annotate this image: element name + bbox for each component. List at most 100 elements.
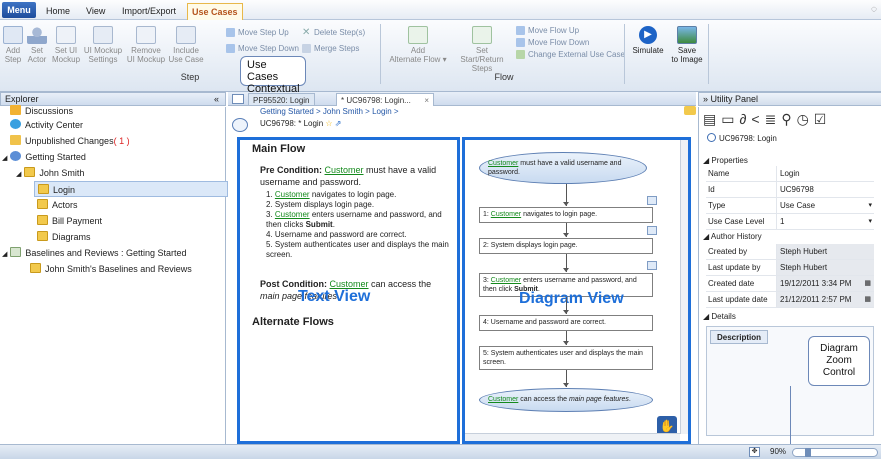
customer-link[interactable]: Customer <box>491 277 521 284</box>
tree-item-login[interactable]: Login <box>34 181 228 197</box>
simulate-button[interactable]: ▶ Simulate <box>628 26 668 55</box>
collapse-explorer-button[interactable]: « <box>214 93 219 106</box>
customer-link[interactable]: Customer <box>325 165 364 175</box>
diagram-step-2[interactable]: 2: System displays login page. <box>479 238 653 254</box>
author-history-section[interactable]: ◢ Author History <box>703 232 762 241</box>
utility-item: UC96798: Login <box>707 133 777 143</box>
diagram-start-node[interactable]: Customer must have a valid username and … <box>479 152 647 184</box>
comment-icon[interactable]: ▭ <box>721 111 739 127</box>
step-3[interactable]: 3. Customer enters username and password… <box>266 210 456 230</box>
label: Change External Use Case <box>528 50 625 59</box>
calendar-icon[interactable]: ▦ <box>864 276 871 292</box>
node-text: can access the <box>520 396 567 403</box>
expand-icon[interactable]: ◢ <box>2 155 7 162</box>
tree-item-unpublished-changes[interactable]: Unpublished Changes( 1 ) <box>10 133 130 149</box>
customer-link[interactable]: Customer <box>488 160 518 167</box>
ui-mockup-settings-button[interactable]: UI Mockup Settings <box>83 26 123 64</box>
tab-pf95520[interactable]: PF95520: Login <box>248 93 315 106</box>
type-select[interactable]: Use Case <box>776 198 874 213</box>
mockup-icon[interactable] <box>647 226 657 235</box>
flow-group-label: Flow <box>494 72 514 82</box>
tree-item-baselines-reviews[interactable]: John Smith's Baselines and Reviews <box>30 261 192 277</box>
customer-link[interactable]: Customer <box>275 210 310 219</box>
mockup-icon[interactable] <box>647 196 657 205</box>
diagram-step-1[interactable]: 1: Customer navigates to login page. <box>479 207 653 223</box>
tree-item-john-smith[interactable]: ◢ John Smith <box>16 165 84 181</box>
zoom-slider[interactable] <box>792 448 878 457</box>
customer-link[interactable]: Customer <box>491 211 521 218</box>
properties-section[interactable]: ◢ Properties <box>703 156 748 165</box>
share-icon[interactable]: < <box>751 111 764 127</box>
move-flow-up-button[interactable]: Move Flow Up <box>516 26 579 36</box>
set-ui-mockup-button[interactable]: Set UI Mockup <box>52 26 80 64</box>
attach-icon[interactable]: ∂ <box>739 111 751 127</box>
tab-import-export[interactable]: Import/Export <box>118 3 180 20</box>
set-start-return-steps-button[interactable]: Set Start/Return Steps <box>452 26 512 73</box>
tree-item-bill-payment[interactable]: Bill Payment <box>37 213 102 229</box>
history-icon[interactable]: ◷ <box>797 111 814 127</box>
expand-icon[interactable]: ◢ <box>2 251 7 258</box>
step-1[interactable]: 1. Customer navigates to login page. <box>266 190 456 200</box>
change-external-use-case-button[interactable]: Change External Use Case <box>516 50 625 60</box>
checklist-icon[interactable]: ☑ <box>814 111 832 127</box>
breadcrumb-path[interactable]: Getting Started > John Smith > Login > <box>260 107 399 116</box>
name-field[interactable]: Login <box>776 166 874 181</box>
step-5[interactable]: 5. System authenticates user and display… <box>266 240 456 260</box>
diagram-vscrollbar[interactable] <box>680 140 688 434</box>
tab-use-cases[interactable]: Use Cases <box>187 3 243 20</box>
utility-panel-header[interactable]: » Utility Panel <box>698 92 881 106</box>
remove-ui-mockup-button[interactable]: Remove UI Mockup <box>126 26 166 64</box>
tab-uc96798[interactable]: * UC96798: Login... × <box>336 93 434 106</box>
change-icon <box>516 50 525 60</box>
help-icon[interactable]: ◌ <box>871 4 877 15</box>
chevron-down-icon[interactable]: ▾ <box>868 214 872 230</box>
tab-home[interactable]: Home <box>42 3 74 20</box>
customer-link[interactable]: Customer <box>488 396 518 403</box>
diagram-step-4[interactable]: 4: Username and password are correct. <box>479 315 653 331</box>
id-field[interactable]: UC96798 <box>776 182 874 197</box>
property-key: Created date <box>708 279 755 288</box>
step-text: Username and password are correct. <box>490 319 606 326</box>
add-step-button[interactable]: Add Step <box>2 26 24 64</box>
grid-icon[interactable]: ▤ <box>703 111 721 127</box>
tree-item-getting-started[interactable]: ◢ Getting Started <box>2 149 86 165</box>
share-icon[interactable]: ⇗ <box>335 119 342 128</box>
tab-view[interactable]: View <box>82 3 109 20</box>
delete-steps-button[interactable]: ✕ Delete Step(s) <box>302 28 365 38</box>
merge-steps-button[interactable]: Merge Steps <box>302 44 359 54</box>
label: Remove <box>131 46 161 55</box>
search-icon[interactable]: ⚲ <box>781 111 796 127</box>
star-icon[interactable]: ☆ <box>325 119 332 128</box>
tab-list-icon[interactable] <box>232 94 244 104</box>
tree-item-baselines[interactable]: ◢ Baselines and Reviews : Getting Started <box>2 245 186 261</box>
tree-item-diagrams[interactable]: Diagrams <box>37 229 91 245</box>
customer-link[interactable]: Customer <box>275 190 310 199</box>
include-use-case-button[interactable]: Include Use Case <box>168 26 204 64</box>
zoom-slider-handle[interactable] <box>805 448 811 457</box>
set-actor-button[interactable]: Set Actor <box>26 26 48 64</box>
save-to-image-button[interactable]: Save to Image <box>668 26 706 64</box>
expand-icon[interactable]: ◢ <box>16 171 21 178</box>
step-4[interactable]: 4. Username and password are correct. <box>266 230 456 240</box>
add-alternate-flow-button[interactable]: Add Alternate Flow ▾ <box>386 26 450 64</box>
diagram-end-node[interactable]: Customer can access the main page featur… <box>479 388 653 412</box>
move-step-up-button[interactable]: Move Step Up <box>226 28 289 38</box>
details-section[interactable]: ◢ Details <box>703 312 736 321</box>
fit-to-screen-icon[interactable]: ✥ <box>749 447 760 457</box>
move-flow-down-button[interactable]: Move Flow Down <box>516 38 589 48</box>
label: Settings <box>88 55 118 64</box>
trace-icon[interactable]: ≣ <box>765 111 782 127</box>
move-step-down-button[interactable]: Move Step Down <box>226 44 299 54</box>
diagram-hscrollbar[interactable] <box>465 433 680 441</box>
mockup-icon[interactable] <box>647 261 657 270</box>
comment-icon[interactable] <box>684 106 696 115</box>
diagram-step-5[interactable]: 5: System authenticates user and display… <box>479 346 653 370</box>
tree-item-activity-center[interactable]: Activity Center <box>10 117 83 133</box>
use-case-level-select[interactable]: 1 <box>776 214 874 229</box>
chevron-down-icon[interactable]: ▾ <box>868 198 872 214</box>
menu-button[interactable]: Menu <box>2 2 36 18</box>
calendar-icon[interactable]: ▦ <box>864 292 871 308</box>
tree-item-actors[interactable]: Actors <box>37 197 78 213</box>
step-2[interactable]: 2. System displays login page. <box>266 200 456 210</box>
description-tab[interactable]: Description <box>710 330 768 344</box>
